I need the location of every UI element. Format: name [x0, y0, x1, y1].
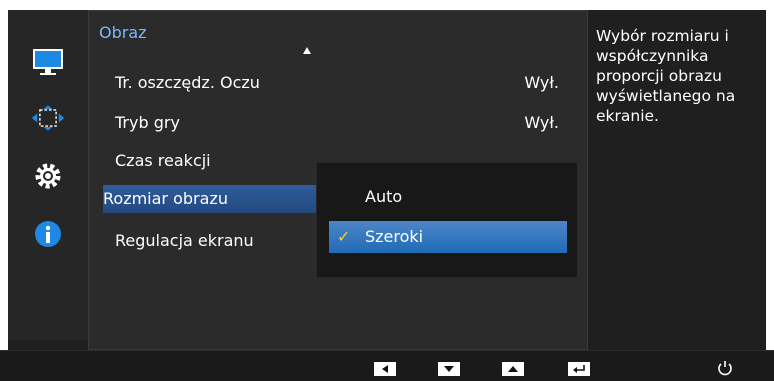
menu-item-label: Tryb gry	[115, 113, 180, 132]
picture-size-submenu: Auto ✓ Szeroki	[316, 162, 578, 278]
menu-item-label: Tr. oszczędz. Oczu	[115, 73, 260, 92]
menu-title: Obraz	[99, 23, 147, 42]
menu-item-label: Czas reakcji	[115, 151, 211, 170]
info-icon[interactable]	[30, 216, 66, 252]
help-text: Wybór rozmiaru i współczynnika proporcji…	[596, 27, 736, 125]
enter-key-icon[interactable]	[568, 362, 590, 376]
menu-item-picture-size[interactable]: Rozmiar obrazu	[103, 185, 319, 213]
menu-item-label: Regulacja ekranu	[115, 231, 254, 250]
monitor-icon[interactable]	[30, 44, 66, 80]
menu-item-value: Wył.	[524, 73, 559, 92]
scroll-up-icon	[303, 47, 311, 54]
category-sidebar	[8, 10, 88, 340]
option-wide[interactable]: ✓ Szeroki	[329, 221, 567, 253]
menu-item-label: Rozmiar obrazu	[103, 189, 228, 208]
gear-icon[interactable]	[30, 158, 66, 194]
up-key-icon[interactable]	[502, 362, 524, 376]
down-key-icon[interactable]	[438, 362, 460, 376]
option-label: Szeroki	[365, 227, 424, 246]
menu-item-value: Wył.	[524, 113, 559, 132]
option-auto[interactable]: Auto	[329, 181, 567, 213]
key-guide-bar	[0, 350, 774, 381]
option-label: Auto	[365, 187, 403, 206]
picture-size-icon[interactable]	[30, 100, 66, 136]
checkmark-icon: ✓	[337, 227, 351, 246]
menu-item-game-mode[interactable]: Tryb gry Wył.	[103, 109, 573, 137]
left-key-icon[interactable]	[374, 362, 396, 376]
menu-item-eye-saver[interactable]: Tr. oszczędz. Oczu Wył.	[103, 69, 573, 97]
power-icon[interactable]	[716, 359, 734, 377]
